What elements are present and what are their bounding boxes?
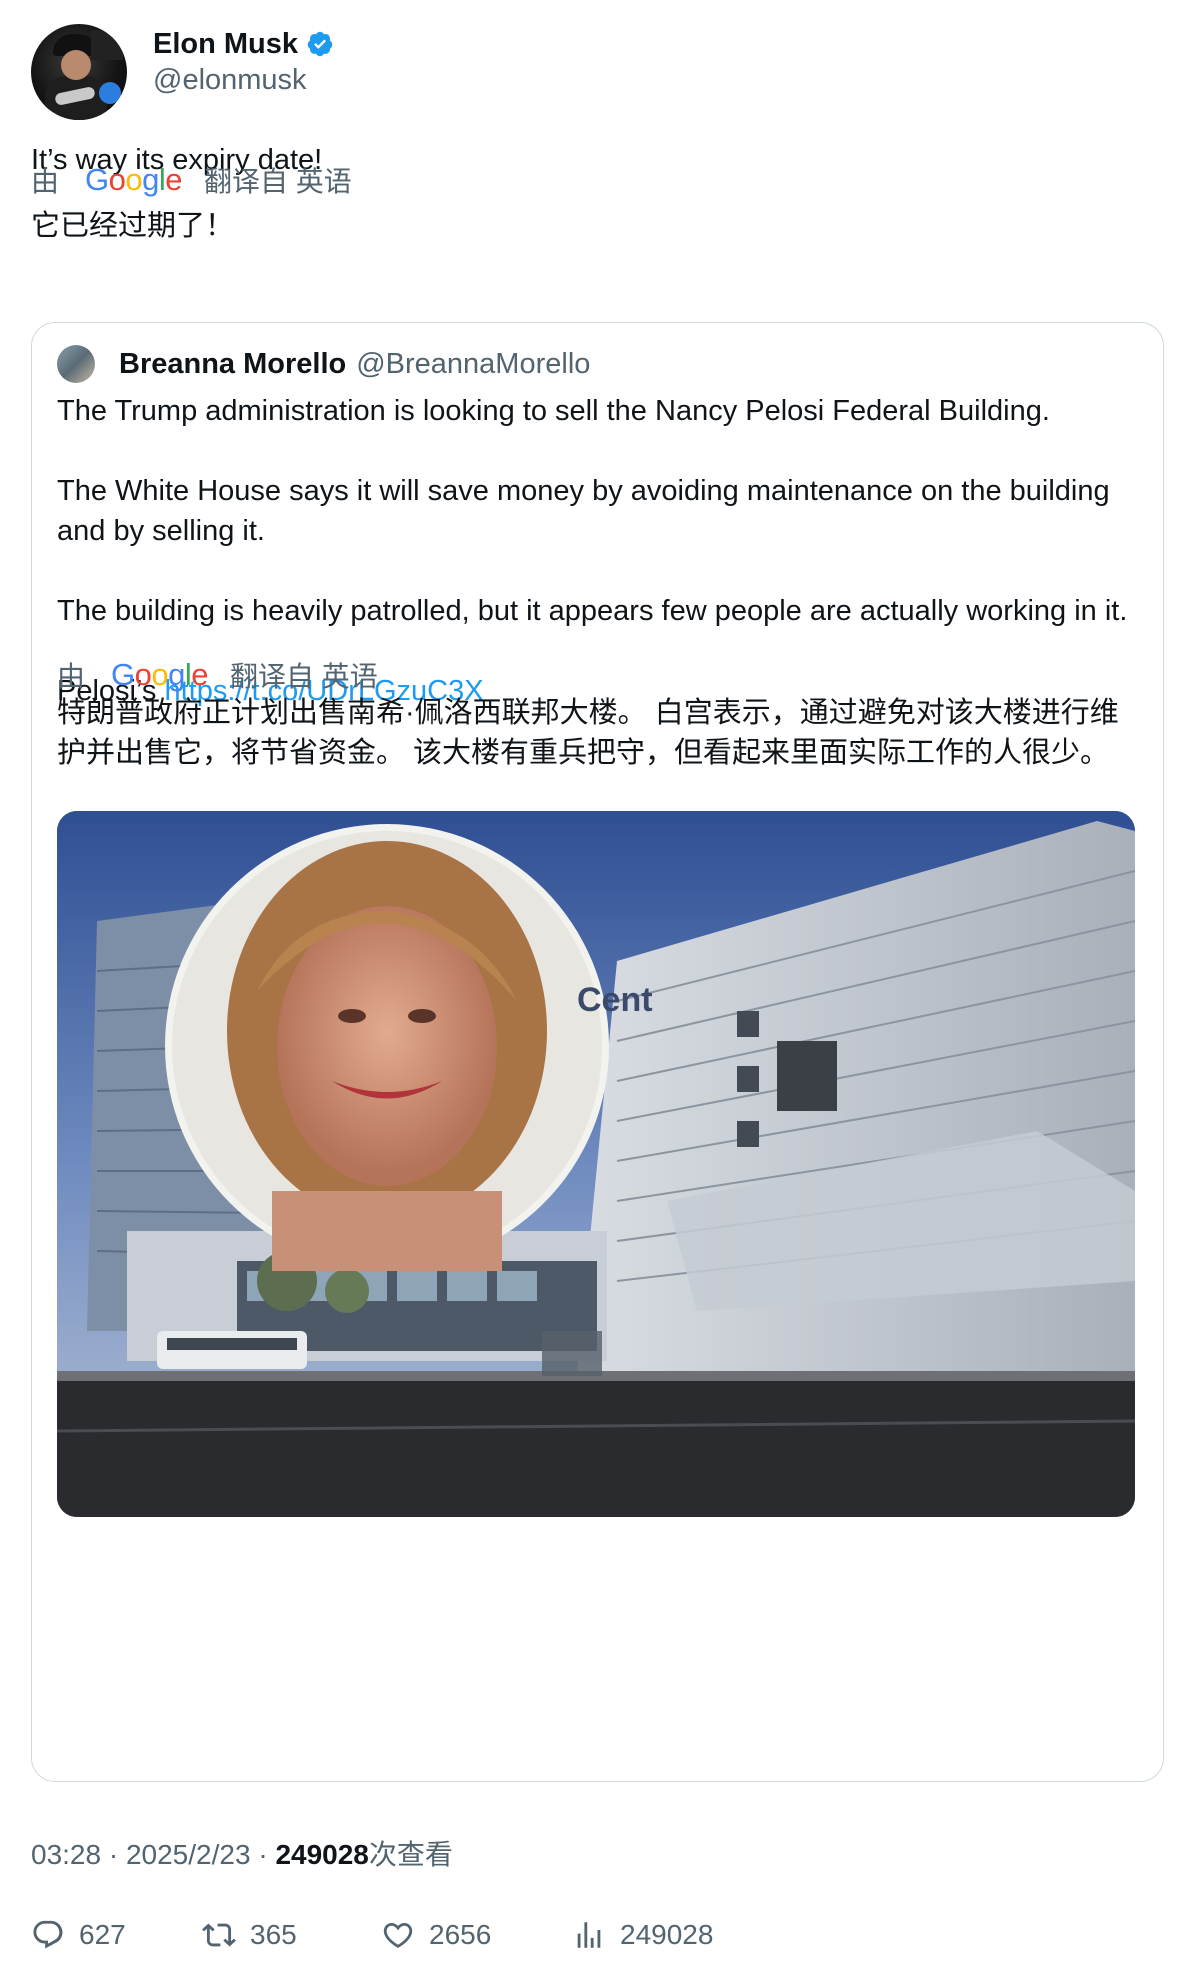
tweet-time[interactable]: 03:28: [31, 1839, 101, 1870]
views-action-count: 249028: [620, 1919, 714, 1950]
tweet-date[interactable]: 2025/2/23: [126, 1839, 251, 1870]
views-label: 次查看: [368, 1839, 453, 1870]
translation-attribution: 由 Google 翻译自 英语: [31, 162, 352, 198]
repost-button[interactable]: 365: [202, 1918, 297, 1952]
reply-button[interactable]: 627: [31, 1918, 126, 1952]
author-display-name[interactable]: Elon Musk: [153, 28, 298, 61]
like-button[interactable]: 2656: [381, 1918, 491, 1952]
quoted-author-handle: @BreannaMorello: [356, 347, 591, 380]
views-button[interactable]: 249028: [572, 1918, 713, 1952]
reply-icon: [33, 1920, 63, 1949]
views-count: 249028: [275, 1839, 369, 1870]
quoted-translation-by-label: 由: [57, 661, 86, 692]
like-count: 2656: [429, 1919, 492, 1950]
translation-source-label: 翻译自 英语: [204, 166, 352, 197]
quoted-translated-text: 特朗普政府正计划出售南希·佩洛西联邦大楼。 白宫表示，通过避免对该大楼进行维护并…: [57, 697, 1119, 769]
author-avatar[interactable]: [31, 24, 127, 120]
quoted-translation-attribution: 由 Google 翻译自 英语: [57, 657, 378, 693]
tweet-translated-text: 它已经过期了！: [31, 210, 235, 242]
heart-icon: [383, 1922, 413, 1948]
reply-count: 627: [79, 1919, 126, 1950]
google-logo: Google: [111, 657, 209, 692]
quoted-author-avatar: [57, 345, 95, 383]
quoted-tweet-header: Breanna Morello @BreannaMorello: [57, 345, 590, 383]
quoted-tweet-image[interactable]: Cent: [57, 811, 1135, 1517]
quoted-paragraph: The White House says it will save money …: [57, 475, 1110, 547]
quoted-author-name: Breanna Morello: [119, 347, 347, 380]
quoted-translation-source-label: 翻译自 英语: [230, 661, 378, 692]
avatar-badge: [99, 82, 121, 104]
author-name-row: Elon Musk: [153, 24, 334, 64]
avatar-face: [61, 50, 91, 80]
author-handle[interactable]: @elonmusk: [153, 64, 307, 97]
quoted-tweet-card[interactable]: Breanna Morello @BreannaMorello The Trum…: [31, 322, 1164, 1782]
quoted-paragraph: The building is heavily patrolled, but i…: [57, 595, 1128, 627]
backdrop-text: Cent: [577, 981, 653, 1019]
google-logo: Google: [85, 162, 183, 197]
translation-by-label: 由: [31, 166, 60, 197]
meta-separator: ·: [101, 1839, 126, 1870]
repost-icon: [202, 1923, 236, 1947]
meta-separator: ·: [250, 1839, 276, 1870]
building-photo: Cent: [57, 811, 1135, 1517]
tweet-meta: 03:28 · 2025/2/23 · 249028次查看: [31, 1833, 453, 1873]
analytics-icon: [577, 1922, 601, 1948]
repost-count: 365: [250, 1919, 297, 1950]
quoted-paragraph: The Trump administration is looking to s…: [57, 395, 1050, 427]
avatar-sign: [91, 30, 123, 60]
verified-badge-icon: [307, 31, 333, 57]
tweet-actions: 627 365 2656 249028: [31, 1918, 1171, 1958]
tweet-header: Elon Musk @elonmusk: [31, 24, 1171, 120]
